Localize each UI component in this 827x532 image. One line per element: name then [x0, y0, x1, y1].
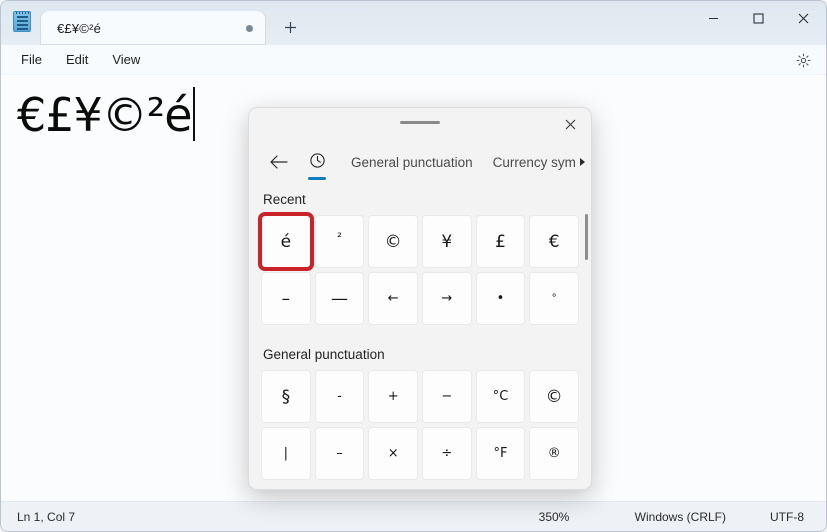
symbol-superscript-two[interactable]: ²: [314, 215, 365, 268]
minimize-button[interactable]: [691, 1, 736, 35]
notepad-window: €£¥©²é File Edit View €£¥©²é Ln 1, Col 7…: [0, 0, 827, 532]
symbol-en-dash-2[interactable]: –: [314, 427, 365, 480]
maximize-button[interactable]: [736, 1, 781, 35]
symbol-grid-general-punctuation: § - + − °C © | – × ÷ °F ®: [261, 370, 579, 480]
drag-handle-icon[interactable]: [400, 121, 440, 124]
panel-header: [249, 108, 591, 140]
symbol-pound[interactable]: £: [475, 215, 526, 268]
status-zoom[interactable]: 350%: [517, 502, 613, 531]
section-title-general-punctuation: General punctuation: [263, 347, 385, 362]
menu-item-view[interactable]: View: [100, 48, 152, 71]
emoji-symbol-panel: General punctuation Currency sym Recent …: [248, 107, 592, 490]
panel-scrollbar[interactable]: [585, 214, 588, 464]
editor-text-value: €£¥©²é: [17, 88, 193, 142]
status-encoding[interactable]: UTF-8: [748, 502, 826, 531]
tab-title: €£¥©²é: [57, 20, 102, 36]
panel-tabs-scroll-right-icon[interactable]: [575, 151, 589, 173]
symbol-degree-fahrenheit[interactable]: °F: [475, 427, 526, 480]
symbol-plus[interactable]: +: [368, 370, 418, 423]
status-bar: Ln 1, Col 7 350% Windows (CRLF) UTF-8: [1, 501, 826, 531]
symbol-multiplication[interactable]: ×: [368, 427, 418, 480]
window-controls: [691, 1, 826, 35]
symbol-vertical-bar[interactable]: |: [261, 427, 311, 480]
symbol-copyright-2[interactable]: ©: [529, 370, 579, 423]
panel-close-button[interactable]: [555, 111, 585, 137]
editor-content: €£¥©²é: [17, 87, 195, 141]
menu-item-edit[interactable]: Edit: [54, 48, 100, 71]
symbol-en-dash[interactable]: –: [261, 272, 311, 325]
panel-tab-currency-symbols[interactable]: Currency sym: [487, 142, 582, 182]
notepad-icon: [13, 11, 35, 35]
symbol-em-dash[interactable]: —: [314, 272, 365, 325]
symbol-e-acute[interactable]: é: [258, 212, 314, 271]
status-right-group: 350% Windows (CRLF) UTF-8: [517, 502, 826, 531]
symbol-grid-recent: é ² © ¥ £ € – — ← → • °: [258, 212, 579, 325]
unsaved-dot-icon[interactable]: [241, 20, 257, 36]
symbol-degree[interactable]: °: [529, 272, 579, 325]
status-cursor-position: Ln 1, Col 7: [17, 509, 76, 524]
tab-active[interactable]: €£¥©²é: [41, 11, 265, 45]
panel-back-button[interactable]: [261, 142, 297, 182]
symbol-yen[interactable]: ¥: [422, 215, 472, 268]
symbol-division[interactable]: ÷: [422, 427, 472, 480]
section-title-recent: Recent: [263, 192, 306, 207]
panel-tab-label: General punctuation: [351, 154, 473, 170]
gear-icon[interactable]: [790, 48, 816, 72]
panel-tab-general-punctuation[interactable]: General punctuation: [345, 142, 479, 182]
symbol-right-arrow[interactable]: →: [422, 272, 472, 325]
symbol-hyphen[interactable]: -: [314, 370, 365, 423]
panel-tab-recent[interactable]: [297, 142, 337, 182]
clock-icon: [309, 152, 326, 172]
symbol-copyright[interactable]: ©: [368, 215, 418, 268]
new-tab-button[interactable]: [273, 12, 307, 42]
symbol-registered[interactable]: ®: [529, 427, 579, 480]
close-button[interactable]: [781, 1, 826, 35]
status-line-ending[interactable]: Windows (CRLF): [613, 502, 748, 531]
panel-tab-strip: General punctuation Currency sym: [249, 140, 591, 184]
text-caret: [192, 87, 195, 141]
menu-item-file[interactable]: File: [9, 48, 54, 71]
panel-tab-label: Currency sym: [492, 154, 576, 170]
panel-content: Recent é ² © ¥ £ € – — ← → • ° General p…: [249, 184, 591, 489]
symbol-euro[interactable]: €: [529, 215, 579, 268]
menu-bar: File Edit View: [1, 45, 826, 75]
symbol-minus[interactable]: −: [422, 370, 472, 423]
symbol-degree-celsius[interactable]: °C: [475, 370, 526, 423]
symbol-section-sign[interactable]: §: [261, 370, 311, 423]
panel-tab-selected-indicator: [308, 177, 326, 180]
symbol-left-arrow[interactable]: ←: [368, 272, 418, 325]
symbol-bullet[interactable]: •: [475, 272, 526, 325]
title-bar: €£¥©²é: [1, 1, 826, 45]
